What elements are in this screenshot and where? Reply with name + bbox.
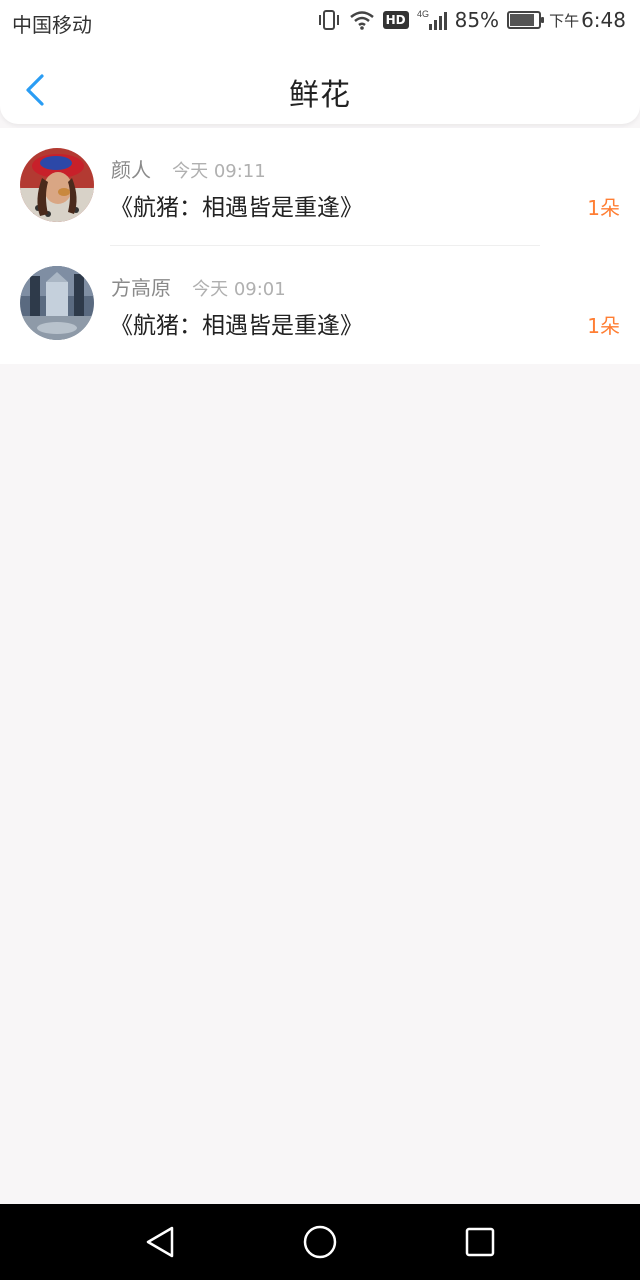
status-icons: HD 4G 85% 下午 6:48 <box>317 8 626 32</box>
gift-time: 今天 09:11 <box>172 161 266 182</box>
battery-fill <box>510 14 535 26</box>
meta-line: 颜人 今天 09:11 <box>111 154 266 183</box>
list-item[interactable]: 颜人 今天 09:11 《航猪：相遇皆是重逢》 1朵 <box>0 128 640 246</box>
battery-icon <box>507 11 545 29</box>
system-nav-bar <box>0 1204 640 1280</box>
avatar[interactable] <box>20 266 94 340</box>
battery-percent: 85% <box>454 8 500 32</box>
meta-line: 方高原 今天 09:01 <box>111 272 286 301</box>
wifi-icon <box>349 10 375 30</box>
back-triangle-icon <box>146 1226 174 1258</box>
gift-time: 今天 09:01 <box>192 279 286 300</box>
flower-count: 1朵 <box>587 196 620 220</box>
clock: 6:48 <box>581 8 626 32</box>
nav-home-button[interactable] <box>302 1224 338 1260</box>
carrier-label: 中国移动 <box>12 13 92 37</box>
signal-icon: 4G <box>417 9 447 31</box>
flower-count: 1朵 <box>587 314 620 338</box>
book-title: 《航猪：相遇皆是重逢》 <box>110 313 363 339</box>
vibrate-icon <box>317 9 341 31</box>
hd-icon: HD <box>382 11 409 29</box>
status-bar: 中国移动 HD 4G 85% 下午 6:48 <box>0 0 640 44</box>
user-name: 方高原 <box>111 276 171 300</box>
nav-back-button[interactable] <box>142 1224 178 1260</box>
time-prefix: 下午 <box>549 11 580 30</box>
home-circle-icon <box>303 1225 337 1259</box>
page-title: 鲜花 <box>289 78 351 113</box>
flower-gift-list: 颜人 今天 09:11 《航猪：相遇皆是重逢》 1朵 方高原 今天 09:01 … <box>0 128 640 364</box>
user-name: 颜人 <box>111 158 151 182</box>
avatar[interactable] <box>20 148 94 222</box>
nav-recents-button[interactable] <box>462 1224 498 1260</box>
recents-square-icon <box>465 1227 495 1257</box>
svg-text:4G: 4G <box>417 9 429 19</box>
book-title: 《航猪：相遇皆是重逢》 <box>110 195 363 221</box>
list-item[interactable]: 方高原 今天 09:01 《航猪：相遇皆是重逢》 1朵 <box>0 246 640 364</box>
header: 中国移动 HD 4G 85% 下午 6:48 鲜花 <box>0 0 640 124</box>
